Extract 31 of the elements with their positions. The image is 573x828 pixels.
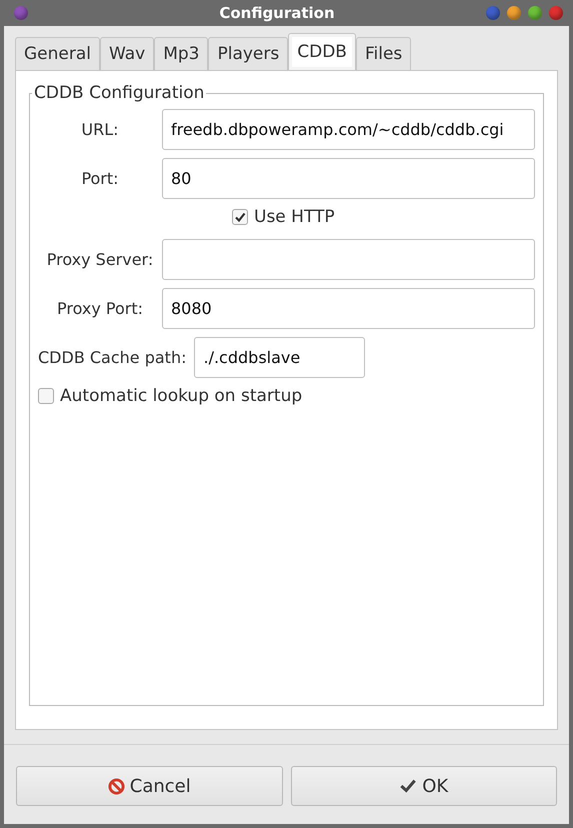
checkmark-icon	[399, 778, 418, 794]
tab[interactable]: Files	[356, 37, 412, 70]
ok-button[interactable]: OK	[290, 766, 557, 806]
input-field[interactable]: ./.cddbslave	[194, 337, 366, 378]
tab[interactable]: General	[15, 37, 100, 70]
tab[interactable]: CDDB	[288, 33, 356, 70]
checkbox[interactable]	[232, 209, 248, 225]
field-label: URL:	[80, 120, 120, 139]
checkbox-label: Automatic lookup on startup	[60, 386, 302, 406]
checkbox-label: Use HTTP	[254, 207, 335, 227]
field-label: Proxy Server:	[46, 250, 154, 269]
window-menu-icon[interactable]	[14, 6, 28, 20]
input-field[interactable]: freedb.dbpoweramp.com/~cddb/cddb.cgi	[162, 109, 535, 150]
field-label: CDDB Cache path:	[38, 348, 186, 367]
window-title: Configuration	[218, 4, 335, 22]
window-control-icon[interactable]	[486, 6, 500, 20]
input-field[interactable]: 8080	[162, 288, 535, 329]
checkbox[interactable]	[38, 388, 54, 404]
tab[interactable]: Mp3	[154, 37, 208, 70]
field-label: Proxy Port:	[56, 299, 144, 318]
window-control-icon[interactable]	[549, 6, 563, 20]
group-title: CDDB Configuration	[33, 83, 206, 103]
tab[interactable]: Players	[208, 37, 288, 70]
cancel-button[interactable]: Cancel	[16, 766, 282, 806]
input-field[interactable]	[162, 239, 535, 280]
field-label: Port:	[80, 169, 120, 188]
window-control-icon[interactable]	[528, 6, 542, 20]
input-field[interactable]: 80	[162, 158, 535, 199]
cancel-icon	[108, 778, 125, 794]
tab[interactable]: Wav	[100, 37, 154, 70]
window-control-icon[interactable]	[507, 6, 521, 20]
